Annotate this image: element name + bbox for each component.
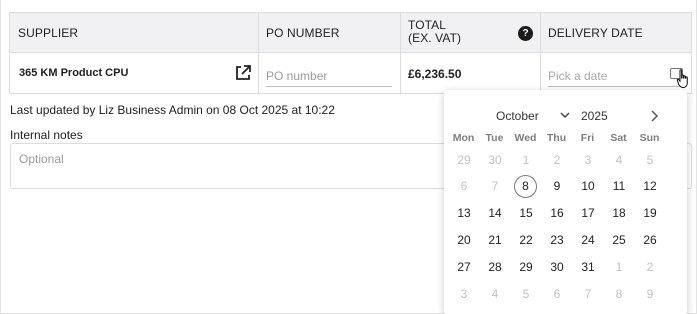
calendar-day[interactable]: 9 xyxy=(543,175,571,197)
calendar-day: 6 xyxy=(553,287,561,301)
calendar-day[interactable]: 23 xyxy=(543,229,571,251)
weekday-label: Wed xyxy=(514,132,537,144)
table-header: SUPPLIER PO NUMBER TOTAL (EX. VAT) ? DELI… xyxy=(10,13,691,53)
weekday-header-row: Mon Tue Wed Thu Fri Sat Sun xyxy=(444,132,687,146)
chevron-right-icon[interactable] xyxy=(646,108,662,124)
weekday-label: Mon xyxy=(452,132,475,144)
calendar-day[interactable]: 10 xyxy=(574,175,602,197)
calendar-day[interactable]: 27 xyxy=(450,256,478,278)
total-value: £6,236.50 xyxy=(408,67,462,81)
calendar-day: 3 xyxy=(460,287,468,301)
calendar-day[interactable]: 25 xyxy=(605,229,633,251)
po-number-input[interactable] xyxy=(266,61,392,87)
calendar-day: 2 xyxy=(646,260,654,274)
purchase-order-table: SUPPLIER PO NUMBER TOTAL (EX. VAT) ? DELI… xyxy=(9,12,692,94)
calendar-day: 1 xyxy=(522,153,530,167)
hand-cursor-icon xyxy=(676,69,688,89)
calendar-day[interactable]: 13 xyxy=(450,202,478,224)
calendar-day: 5 xyxy=(646,153,654,167)
last-updated-text: Last updated by Liz Business Admin on 08… xyxy=(10,103,335,117)
po-number-header-label: PO NUMBER xyxy=(266,26,340,40)
calendar-day: 7 xyxy=(584,287,592,301)
calendar-day: 4 xyxy=(615,153,623,167)
calendar-day: 9 xyxy=(646,287,654,301)
calendar-day: 1 xyxy=(615,260,623,274)
calendar-day[interactable]: 24 xyxy=(574,229,602,251)
calendar-day[interactable]: 19 xyxy=(636,202,664,224)
po-number-header: PO NUMBER xyxy=(258,13,400,53)
chevron-down-icon[interactable] xyxy=(560,111,570,119)
calendar-day[interactable]: 20 xyxy=(450,229,478,251)
supplier-header-label: SUPPLIER xyxy=(18,26,79,40)
delivery-date-input[interactable] xyxy=(548,61,682,87)
calendar-day: 5 xyxy=(522,287,530,301)
calendar-day[interactable]: 30 xyxy=(543,256,571,278)
calendar-day[interactable]: 14 xyxy=(481,202,509,224)
calendar-day: 8 xyxy=(615,287,623,301)
question-icon[interactable]: ? xyxy=(518,26,533,41)
supplier-header: SUPPLIER xyxy=(10,13,258,53)
calendar-day: 4 xyxy=(491,287,499,301)
table-row: 365 KM Product CPU £6,236.50 xyxy=(10,53,691,93)
supplier-name: 365 KM Product CPU xyxy=(19,67,129,79)
calendar-day[interactable]: 29 xyxy=(512,256,540,278)
total-header-label: TOTAL (EX. VAT) xyxy=(408,19,461,45)
external-link-icon[interactable] xyxy=(234,64,252,82)
calendar-day: 2 xyxy=(553,153,561,167)
calendar-day[interactable]: 28 xyxy=(481,256,509,278)
weekday-label: Sun xyxy=(639,132,660,144)
calendar-day[interactable]: 11 xyxy=(605,175,633,197)
calendar-day: 30 xyxy=(488,153,502,167)
calendar-day[interactable]: 31 xyxy=(574,256,602,278)
calendar-day: 3 xyxy=(584,153,592,167)
calendar-day-today[interactable]: 8 xyxy=(514,175,537,198)
calendar-day[interactable]: 18 xyxy=(605,202,633,224)
delivery-date-header-label: DELIVERY DATE xyxy=(548,26,643,40)
delivery-date-header: DELIVERY DATE xyxy=(540,13,691,53)
calendar-day[interactable]: 16 xyxy=(543,202,571,224)
calendar-day: 29 xyxy=(457,153,471,167)
internal-notes-label: Internal notes xyxy=(10,128,83,142)
calendar-day: 7 xyxy=(491,179,499,193)
calendar-day[interactable]: 22 xyxy=(512,229,540,251)
weekday-label: Thu xyxy=(546,132,567,144)
year-select[interactable]: 2025 xyxy=(581,109,608,123)
calendar-day[interactable]: 21 xyxy=(481,229,509,251)
calendar-day: 6 xyxy=(460,179,468,193)
weekday-label: Tue xyxy=(485,132,504,144)
calendar-day[interactable]: 26 xyxy=(636,229,664,251)
month-select[interactable]: October xyxy=(496,109,539,123)
total-header-line2: (EX. VAT) xyxy=(408,31,462,45)
calendar-day[interactable]: 15 xyxy=(512,202,540,224)
weekday-label: Sat xyxy=(610,132,627,144)
calendar-day[interactable]: 17 xyxy=(574,202,602,224)
calendar-day[interactable]: 12 xyxy=(636,175,664,197)
date-picker-popup: October 2025 Mon Tue Wed Thu Fri Sat Sun 29 30 1… xyxy=(444,90,687,314)
internal-notes-field[interactable] xyxy=(10,143,440,189)
weekday-label: Fri xyxy=(580,132,595,144)
